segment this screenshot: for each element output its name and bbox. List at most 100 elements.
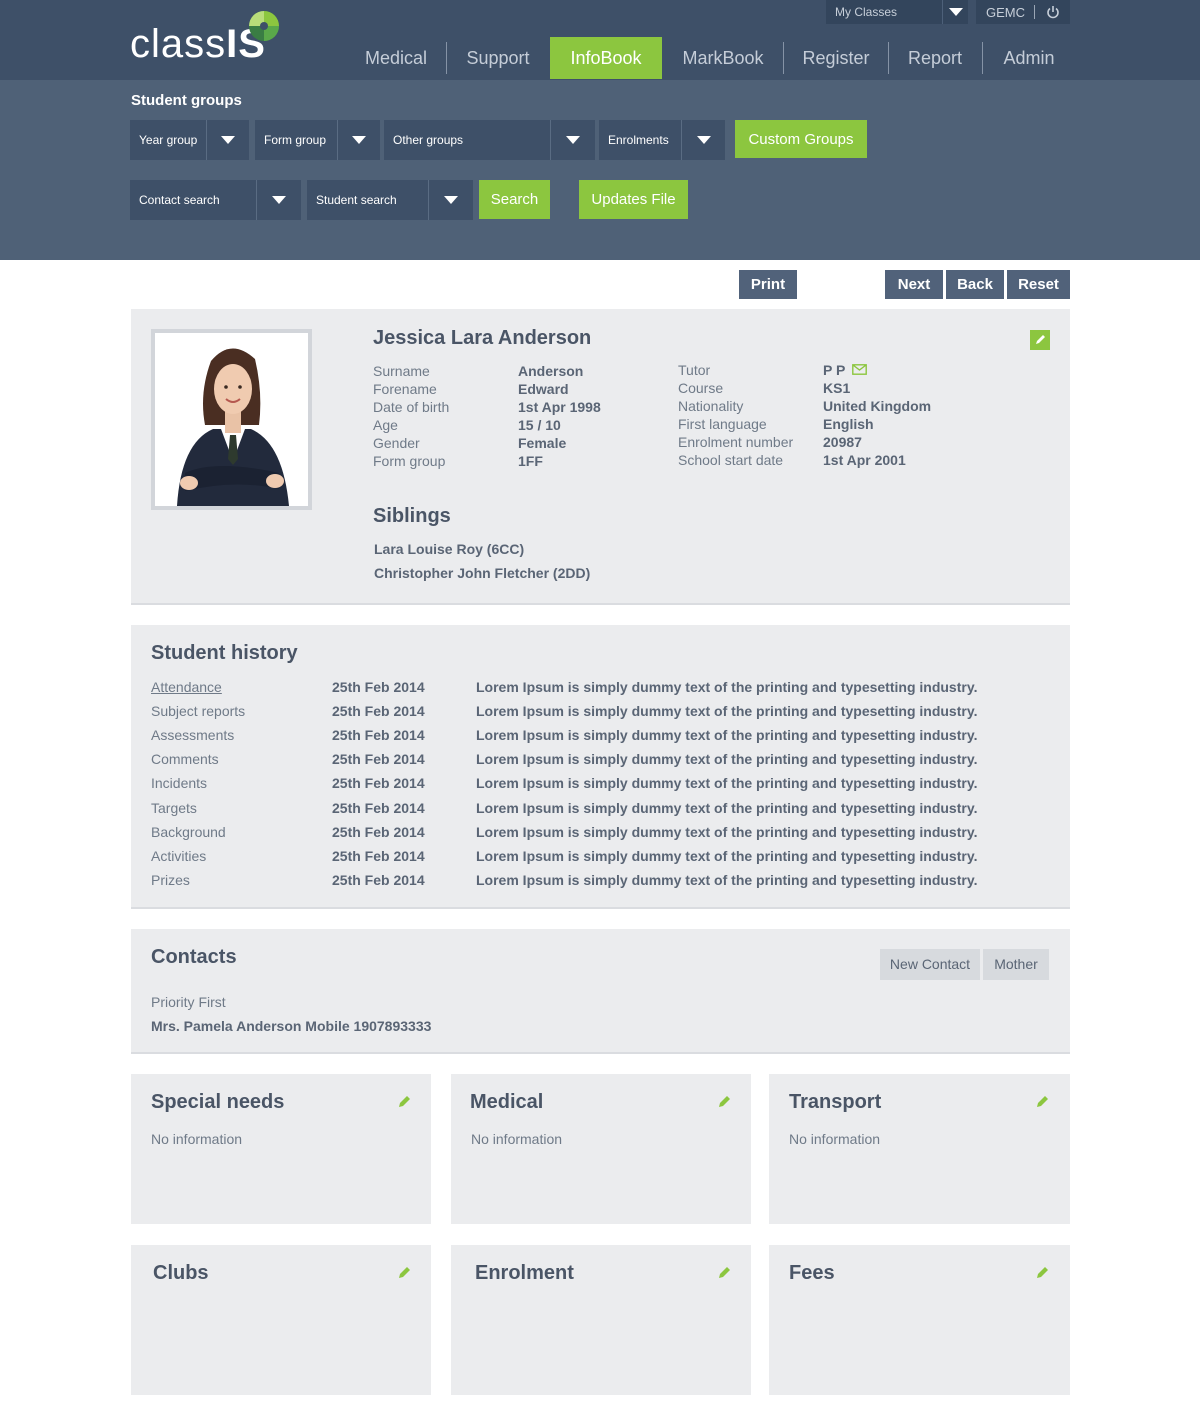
medical-text: No information <box>471 1131 563 1147</box>
chevron-down-icon[interactable] <box>550 120 595 160</box>
pencil-icon[interactable] <box>398 1265 412 1279</box>
history-row-label[interactable]: Comments <box>151 751 219 767</box>
enrolments-select[interactable]: Enrolments <box>599 120 681 160</box>
logo-text: class <box>130 22 227 66</box>
contact-search-select[interactable]: Contact search <box>130 180 256 220</box>
field-value: Anderson <box>518 363 584 379</box>
reset-button[interactable]: Reset <box>1007 270 1070 299</box>
my-classes-select[interactable]: My Classes <box>826 0 942 24</box>
nav-infobook[interactable]: InfoBook <box>550 37 662 79</box>
history-row-label[interactable]: Activities <box>151 848 206 864</box>
print-button[interactable]: Print <box>739 270 797 299</box>
nav-divider <box>888 42 889 74</box>
field-label: Forename <box>373 381 437 397</box>
contact-priority: Priority First <box>151 994 226 1010</box>
chevron-down-icon[interactable] <box>337 120 380 160</box>
form-group-select[interactable]: Form group <box>255 120 337 160</box>
nav-support[interactable]: Support <box>458 37 538 79</box>
chevron-down-icon[interactable] <box>942 0 968 24</box>
history-row-text: Lorem Ipsum is simply dummy text of the … <box>476 727 978 744</box>
history-row-label[interactable]: Background <box>151 824 226 840</box>
history-row-label[interactable]: Incidents <box>151 775 207 791</box>
chevron-down-icon[interactable] <box>681 120 725 160</box>
history-row-label[interactable]: Attendance <box>151 679 222 695</box>
search-button[interactable]: Search <box>479 180 550 219</box>
nav-markbook[interactable]: MarkBook <box>672 37 774 79</box>
medical-title: Medical <box>470 1091 544 1113</box>
field-value: KS1 <box>823 380 851 396</box>
student-name: Jessica Lara Anderson <box>373 327 592 349</box>
field-value: Female <box>518 435 567 451</box>
sibling-link[interactable]: Lara Louise Roy (6CC) <box>374 541 524 557</box>
nav-report[interactable]: Report <box>897 37 973 79</box>
history-row-text: Lorem Ipsum is simply dummy text of the … <box>476 823 978 840</box>
pencil-icon <box>1036 335 1045 344</box>
mother-button[interactable]: Mother <box>983 949 1049 980</box>
field-label: Tutor <box>678 362 711 378</box>
nav-admin[interactable]: Admin <box>992 37 1066 79</box>
power-icon[interactable] <box>1046 5 1060 19</box>
history-row-text: Lorem Ipsum is simply dummy text of the … <box>476 847 978 864</box>
history-row-date: 25th Feb 2014 <box>332 847 425 864</box>
history-row-text: Lorem Ipsum is simply dummy text of the … <box>476 751 978 768</box>
field-label: School start date <box>678 452 784 468</box>
next-button[interactable]: Next <box>885 270 943 299</box>
chevron-down-icon[interactable] <box>428 180 473 220</box>
special-needs-title: Special needs <box>151 1091 285 1113</box>
history-row-date: 25th Feb 2014 <box>332 679 425 695</box>
fees-title: Fees <box>789 1262 835 1284</box>
history-row-date: 25th Feb 2014 <box>332 799 425 816</box>
edit-student-button[interactable] <box>1030 330 1050 350</box>
history-row-date: 25th Feb 2014 <box>332 775 425 792</box>
history-row-label[interactable]: Assessments <box>151 727 234 743</box>
student-photo <box>155 333 308 506</box>
pencil-icon[interactable] <box>398 1094 412 1108</box>
field-label: Date of birth <box>373 399 450 415</box>
chevron-down-icon[interactable] <box>256 180 301 220</box>
history-row-date: 25th Feb 2014 <box>332 823 425 840</box>
custom-groups-button[interactable]: Custom Groups <box>735 120 867 158</box>
nav-medical[interactable]: Medical <box>355 37 437 79</box>
pencil-icon[interactable] <box>718 1265 732 1279</box>
field-value: P P <box>823 362 846 378</box>
field-value: 20987 <box>823 434 862 450</box>
pencil-icon[interactable] <box>1036 1094 1050 1108</box>
field-value: United Kingdom <box>823 398 932 414</box>
field-label: First language <box>678 416 767 432</box>
back-button[interactable]: Back <box>946 270 1004 299</box>
nav-divider <box>982 42 983 74</box>
history-row-date: 25th Feb 2014 <box>332 703 425 720</box>
new-contact-button[interactable]: New Contact <box>880 949 980 980</box>
field-label: Nationality <box>678 398 744 414</box>
transport-text: No information <box>789 1131 881 1147</box>
history-row-text: Lorem Ipsum is simply dummy text of the … <box>476 775 978 792</box>
clubs-title: Clubs <box>153 1262 209 1284</box>
nav-divider <box>783 42 784 74</box>
field-label: Form group <box>373 453 446 469</box>
history-row-label[interactable]: Subject reports <box>151 703 245 719</box>
history-row-text: Lorem Ipsum is simply dummy text of the … <box>476 679 978 695</box>
student-search-select[interactable]: Student search <box>307 180 428 220</box>
field-value: Edward <box>518 381 569 397</box>
pencil-icon[interactable] <box>1036 1265 1050 1279</box>
year-group-select[interactable]: Year group <box>130 120 206 160</box>
history-row-text: Lorem Ipsum is simply dummy text of the … <box>476 703 978 720</box>
contacts-panel <box>131 929 1070 1054</box>
history-row-date: 25th Feb 2014 <box>332 751 425 768</box>
siblings-title: Siblings <box>373 505 451 527</box>
history-row-label[interactable]: Targets <box>151 800 197 816</box>
field-label: Surname <box>373 363 430 379</box>
field-value: English <box>823 416 874 432</box>
sibling-link[interactable]: Christopher John Fletcher (2DD) <box>374 565 590 581</box>
other-groups-select[interactable]: Other groups <box>384 120 550 160</box>
nav-register[interactable]: Register <box>793 37 879 79</box>
divider <box>1034 5 1035 19</box>
mail-icon[interactable] <box>852 364 867 375</box>
pencil-icon[interactable] <box>718 1094 732 1108</box>
chevron-down-icon[interactable] <box>206 120 249 160</box>
contact-detail: Mrs. Pamela Anderson Mobile 1907893333 <box>151 1018 432 1034</box>
special-needs-text: No information <box>151 1131 243 1147</box>
updates-file-button[interactable]: Updates File <box>579 180 688 219</box>
history-row-label[interactable]: Prizes <box>151 872 190 888</box>
field-label: Course <box>678 380 724 396</box>
